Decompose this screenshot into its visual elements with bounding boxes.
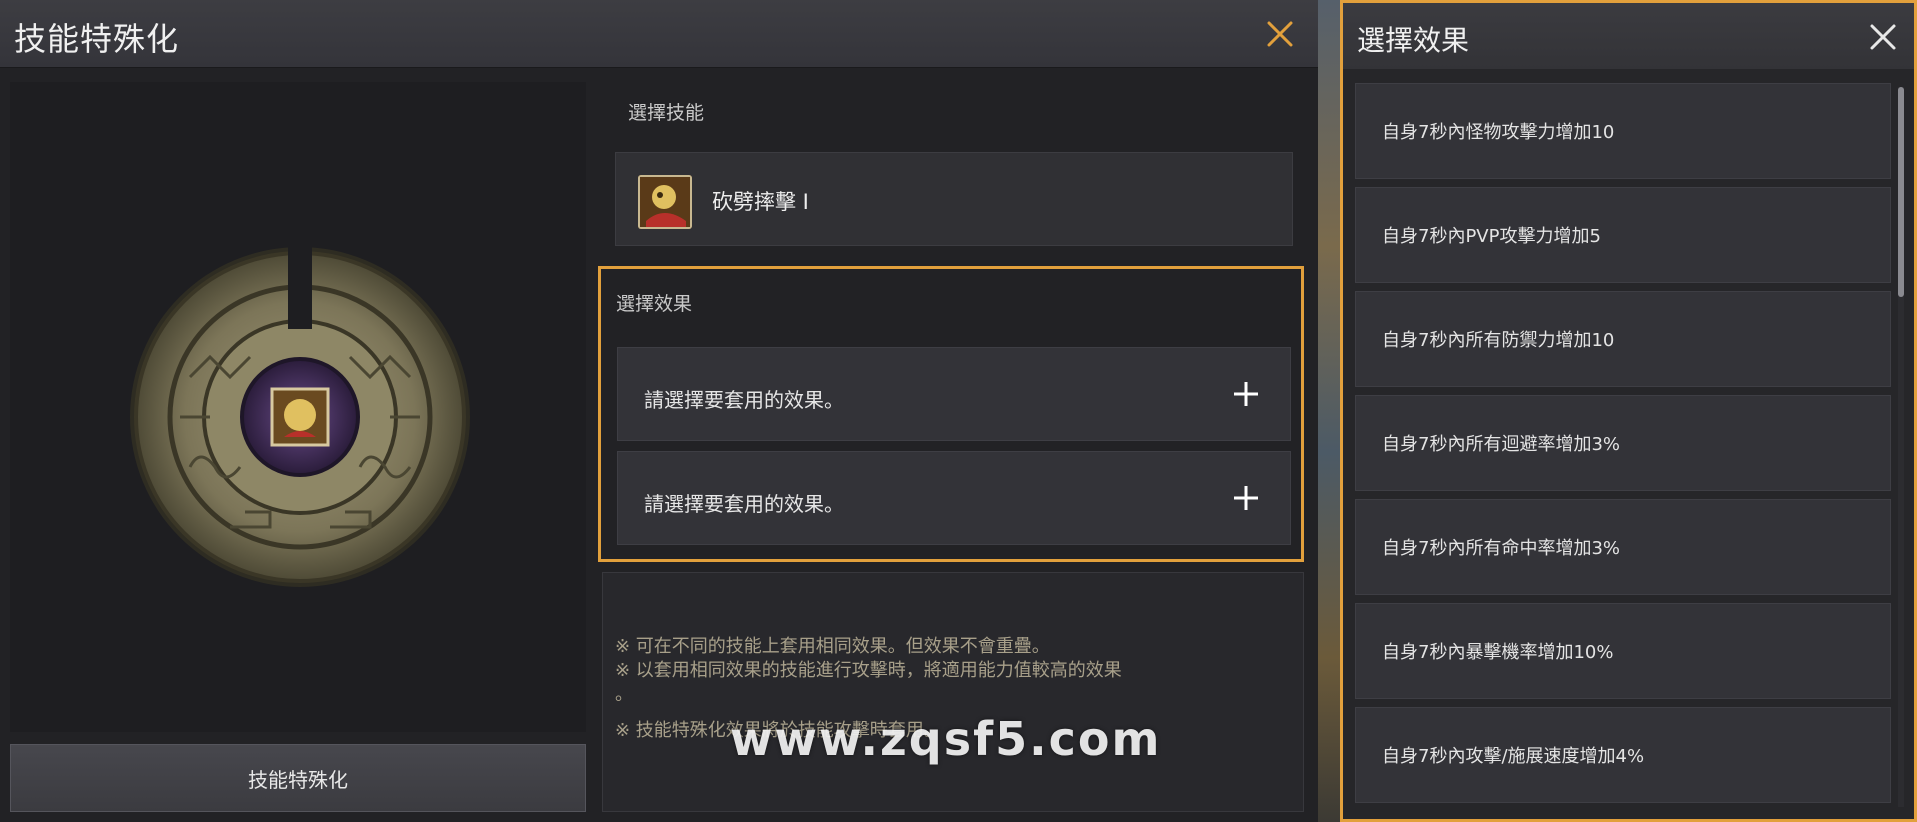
effect-selection-area: 選擇效果 請選擇要套用的效果。 請選擇要套用的效果。: [598, 266, 1304, 562]
close-button[interactable]: [1262, 16, 1298, 52]
effect-option-label: 自身7秒內暴擊機率增加10%: [1382, 642, 1614, 663]
effect-slot-text: 請選擇要套用的效果。: [644, 388, 844, 412]
effect-option[interactable]: 自身7秒內所有命中率增加3%: [1355, 499, 1891, 595]
note-line: ※ 以套用相同效果的技能進行攻擊時，將適用能力值較高的效果: [615, 660, 1122, 681]
effect-slot-1[interactable]: 請選擇要套用的效果。: [617, 347, 1291, 441]
effect-option-label: 自身7秒內所有防禦力增加10: [1382, 330, 1615, 351]
effect-option[interactable]: 自身7秒內PVP攻擊力增加5: [1355, 187, 1891, 283]
effect-option-label: 自身7秒內怪物攻擊力增加10: [1382, 122, 1615, 143]
panel-title: 選擇效果: [1357, 24, 1470, 57]
select-effect-label: 選擇效果: [616, 293, 693, 315]
note-line: 。: [615, 684, 633, 705]
close-icon: [1267, 21, 1293, 47]
selected-skill[interactable]: 砍劈摔擊 I: [615, 152, 1293, 246]
watermark: www.zqsf5.com: [730, 712, 1162, 766]
effect-slot-2[interactable]: 請選擇要套用的效果。: [617, 451, 1291, 545]
effect-option[interactable]: 自身7秒內攻擊/施展速度增加4%: [1355, 707, 1891, 803]
scrollbar-thumb[interactable]: [1898, 87, 1904, 297]
effect-select-panel: 選擇效果 自身7秒內怪物攻擊力增加10 自身7秒內PVP攻擊力增加5 自身7秒內…: [1340, 0, 1917, 822]
plus-icon: [1234, 382, 1258, 406]
background-scene: [1318, 0, 1340, 822]
effect-option-label: 自身7秒內PVP攻擊力增加5: [1382, 226, 1601, 247]
close-icon: [1870, 24, 1896, 50]
effect-slot-text: 請選擇要套用的效果。: [644, 492, 844, 516]
note-line: ※ 可在不同的技能上套用相同效果。但效果不會重疊。: [615, 636, 1050, 657]
effect-option-label: 自身7秒內攻擊/施展速度增加4%: [1382, 746, 1645, 767]
plus-icon: [1234, 486, 1258, 510]
skill-specialization-window: 技能特殊化 技能特殊化 選擇技能 砍劈摔擊 I 選擇效果 請選擇要套用的效果。 …: [0, 0, 1318, 822]
notes-box: ※ 可在不同的技能上套用相同效果。但效果不會重疊。 ※ 以套用相同效果的技能進行…: [602, 572, 1304, 812]
panel-header: 選擇效果: [1343, 3, 1914, 69]
skill-icon: [638, 175, 692, 229]
close-button[interactable]: [1865, 19, 1901, 55]
window-header: 技能特殊化: [0, 0, 1318, 68]
scrollbar[interactable]: [1898, 87, 1904, 807]
effect-option-label: 自身7秒內所有命中率增加3%: [1382, 538, 1621, 559]
effect-option[interactable]: 自身7秒內所有防禦力增加10: [1355, 291, 1891, 387]
effect-option-label: 自身7秒內所有迴避率增加3%: [1382, 434, 1621, 455]
specialize-button[interactable]: 技能特殊化: [10, 744, 586, 812]
effect-option[interactable]: 自身7秒內怪物攻擊力增加10: [1355, 83, 1891, 179]
skill-emblem-icon: [130, 239, 470, 587]
window-title: 技能特殊化: [14, 20, 180, 58]
effect-option[interactable]: 自身7秒內暴擊機率增加10%: [1355, 603, 1891, 699]
select-skill-label: 選擇技能: [628, 102, 705, 124]
skill-name: 砍劈摔擊 I: [712, 190, 809, 214]
emblem-preview: [10, 82, 586, 732]
effect-option[interactable]: 自身7秒內所有迴避率增加3%: [1355, 395, 1891, 491]
